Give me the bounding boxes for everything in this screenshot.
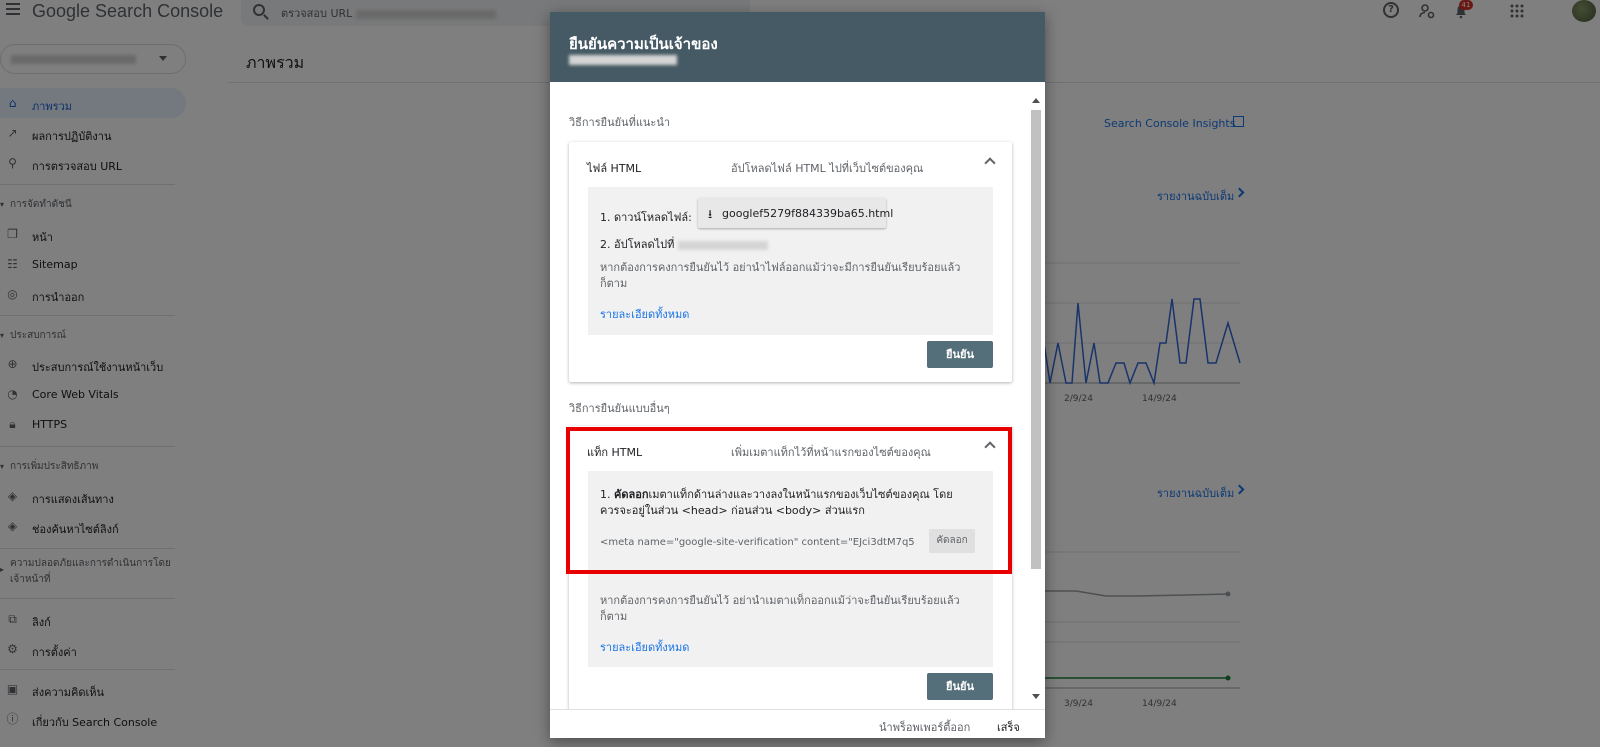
done-button[interactable]: เสร็จ	[997, 718, 1020, 736]
confirm-button[interactable]: ยืนยัน	[927, 341, 993, 368]
dialog-footer: นำพร็อพเพอร์ตี้ออก เสร็จ	[550, 709, 1045, 738]
highlight-box	[566, 427, 1012, 574]
full-details-link[interactable]: รายละเอียดทั้งหมด	[600, 305, 689, 323]
recommended-method-label: วิธีการยืนยันที่แนะนำ	[569, 116, 671, 129]
download-icon: ⭳	[708, 207, 713, 221]
html-file-method: ไฟล์ HTML อัปโหลดไฟล์ HTML ไปที่เว็บไซต์…	[569, 142, 1012, 382]
keep-tag-note: หากต้องการคงการยืนยันไว้ อย่านำเมตาแท็กอ…	[600, 594, 960, 623]
method-title: ไฟล์ HTML	[587, 162, 642, 175]
scroll-down-arrow[interactable]	[1032, 694, 1040, 699]
download-file-button[interactable]: ⭳ googlef5279f884339ba65.html	[698, 198, 893, 228]
property-url	[569, 55, 677, 65]
scroll-thumb[interactable]	[1031, 110, 1041, 569]
chevron-up-icon[interactable]	[984, 157, 996, 169]
keep-file-note: หากต้องการคงการยืนยันไว้ อย่านำไฟล์ออกแม…	[600, 261, 961, 290]
method-description: อัปโหลดไฟล์ HTML ไปที่เว็บไซต์ของคุณ	[731, 162, 924, 175]
verify-ownership-dialog: ยืนยันความเป็นเจ้าของ วิธีการยืนยันที่แน…	[550, 12, 1045, 738]
html-file-instructions: 1. ดาวน์โหลดไฟล์: ⭳ googlef5279f884339ba…	[588, 187, 993, 335]
confirm-button[interactable]: ยืนยัน	[927, 673, 993, 700]
html-file-header[interactable]: ไฟล์ HTML อัปโหลดไฟล์ HTML ไปที่เว็บไซต์…	[569, 142, 1012, 187]
dialog-title: ยืนยันความเป็นเจ้าของ	[569, 35, 718, 53]
dialog-header: ยืนยันความเป็นเจ้าของ	[550, 12, 1045, 82]
search-console-app: Google Search Console ตรวจสอบ URL ? 41 ⌂…	[0, 0, 1600, 747]
remove-property-button[interactable]: นำพร็อพเพอร์ตี้ออก	[879, 718, 970, 736]
full-details-link[interactable]: รายละเอียดทั้งหมด	[600, 638, 689, 656]
scroll-up-arrow[interactable]	[1032, 98, 1040, 103]
dialog-body: วิธีการยืนยันที่แนะนำ ไฟล์ HTML อัปโหลดไ…	[550, 82, 1045, 709]
step-2-label: 2. อัปโหลดไปที่	[600, 235, 768, 253]
dialog-scrollbar[interactable]	[1031, 94, 1041, 703]
other-methods-label: วิธีการยืนยันแบบอื่นๆ	[569, 402, 670, 415]
step-1-label: 1. ดาวน์โหลดไฟล์:	[600, 211, 692, 224]
